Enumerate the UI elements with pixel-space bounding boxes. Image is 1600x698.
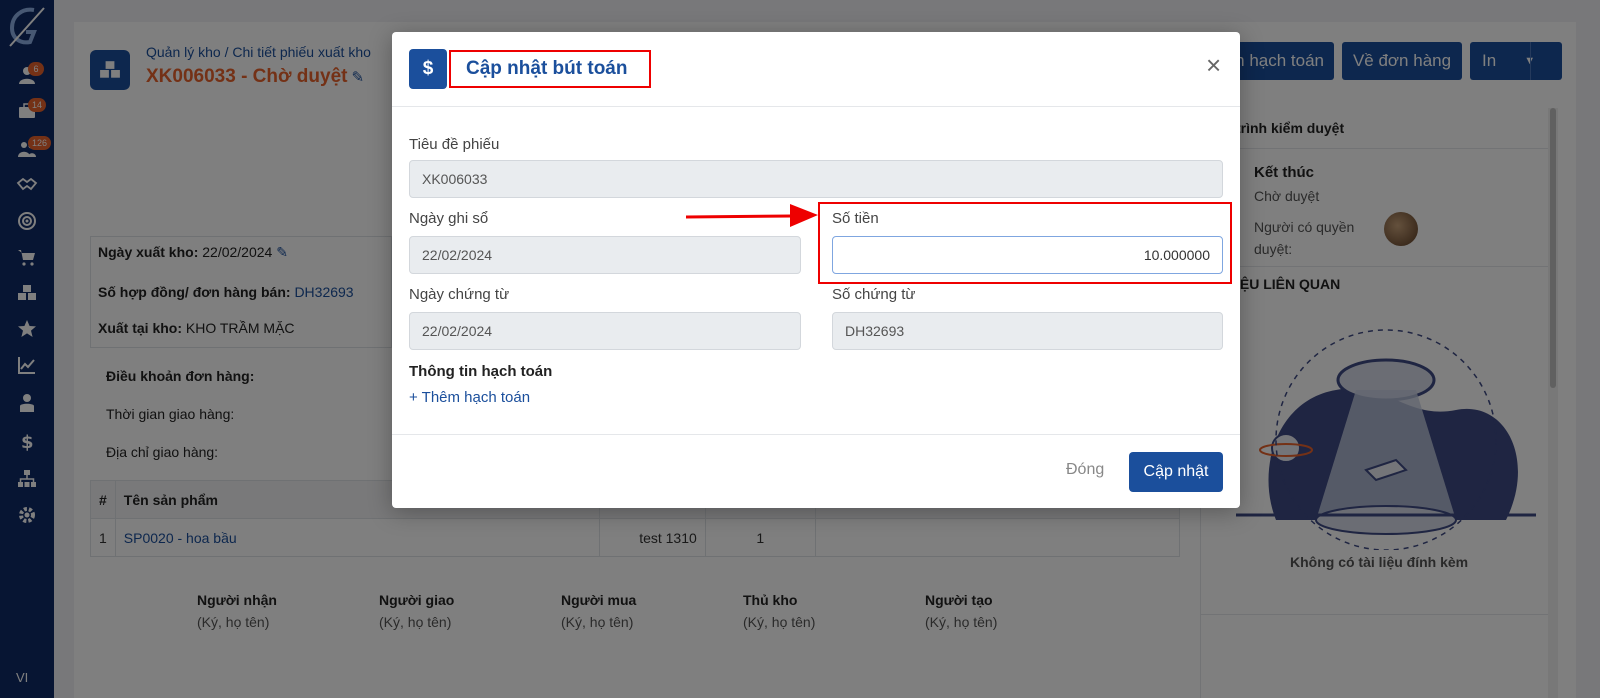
post-date-label: Ngày ghi sổ bbox=[409, 210, 489, 227]
dollar-icon: $ bbox=[409, 49, 447, 89]
doc-no-label: Số chứng từ bbox=[832, 286, 916, 303]
doc-date-field[interactable] bbox=[409, 312, 801, 350]
post-date-field[interactable] bbox=[409, 236, 801, 274]
modal-title: Cập nhật bút toán bbox=[466, 58, 628, 79]
doc-no-field[interactable] bbox=[832, 312, 1223, 350]
doc-title-label: Tiêu đề phiếu bbox=[409, 136, 500, 153]
close-button[interactable]: Đóng bbox=[1066, 461, 1104, 479]
modal-header-divider bbox=[392, 106, 1240, 107]
doc-date-label: Ngày chứng từ bbox=[409, 286, 510, 303]
update-button[interactable]: Cập nhật bbox=[1129, 452, 1223, 492]
annotation-arrow-icon bbox=[686, 204, 818, 227]
accounting-section-title: Thông tin hạch toán bbox=[409, 363, 553, 380]
modal-footer-divider bbox=[392, 434, 1240, 435]
close-icon[interactable]: × bbox=[1206, 52, 1221, 78]
doc-title-field[interactable] bbox=[409, 160, 1223, 198]
add-accounting-link[interactable]: + Thêm hạch toán bbox=[409, 389, 530, 406]
amount-highlight-box bbox=[818, 202, 1232, 284]
